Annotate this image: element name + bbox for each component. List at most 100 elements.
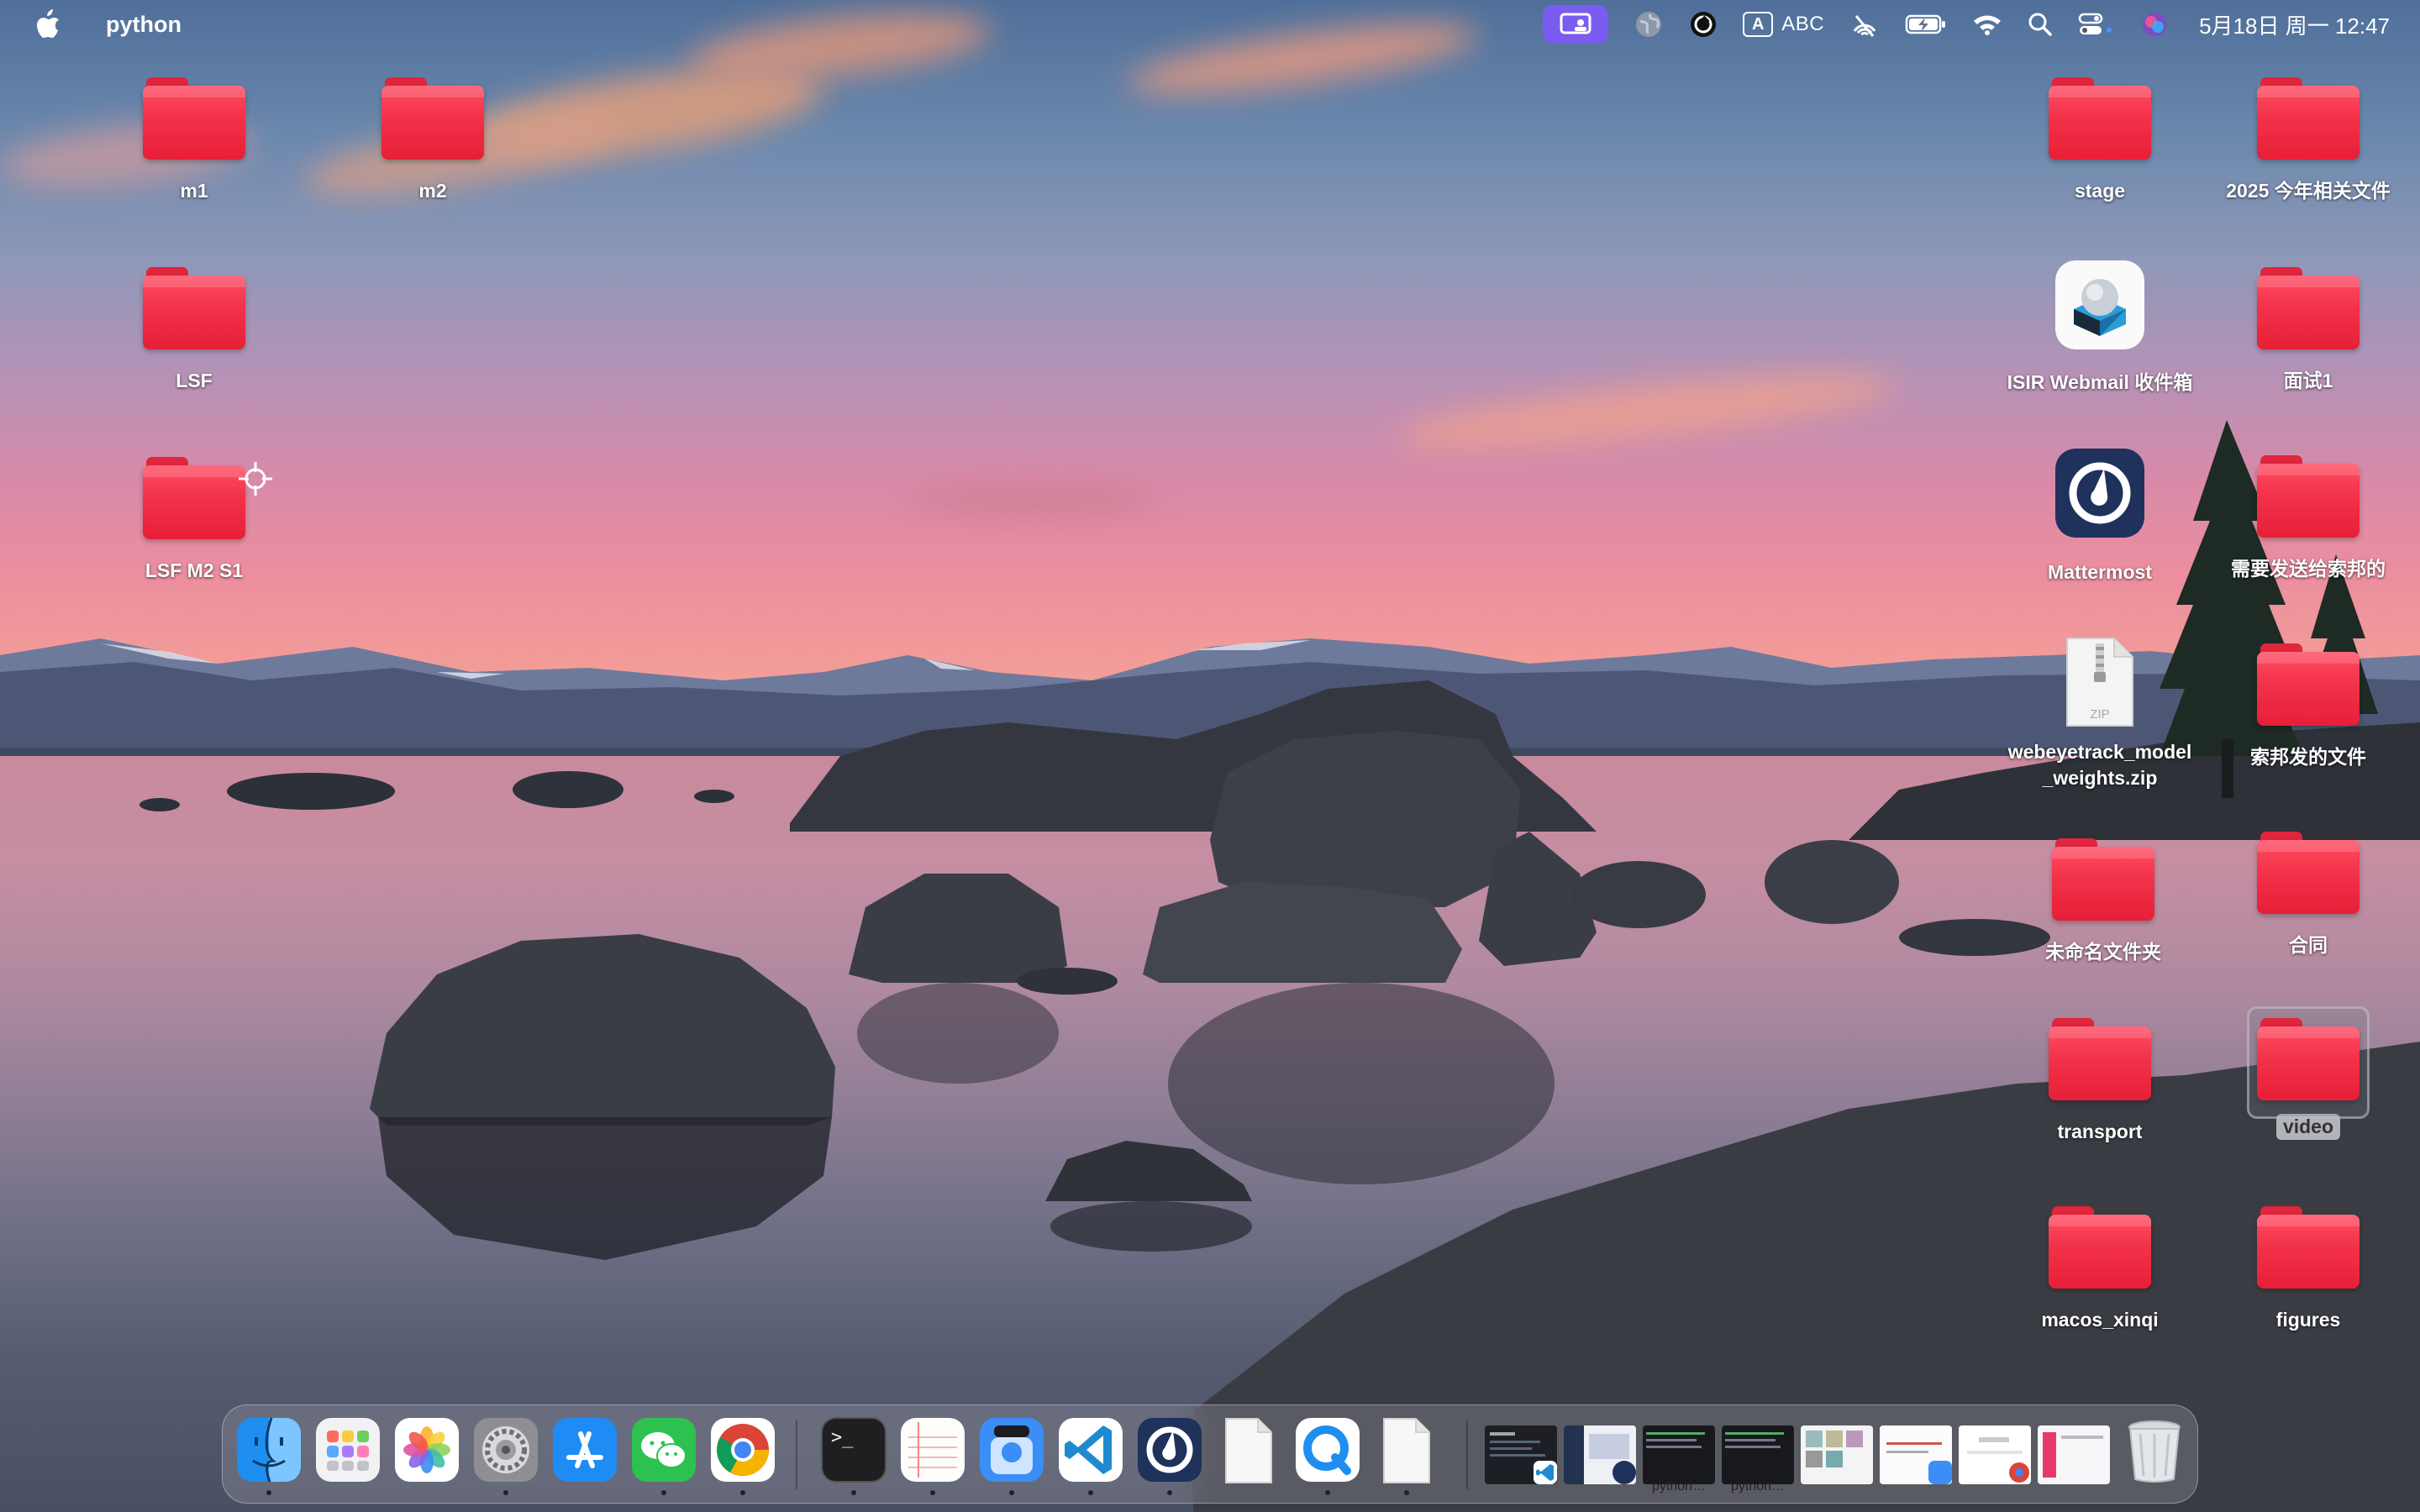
desktop-item-label: figures: [2275, 1309, 2341, 1331]
menu-bar-clock[interactable]: 5月18日 周一 12:47: [2199, 9, 2390, 40]
dock-trash[interactable]: [2122, 1417, 2187, 1484]
desktop-folder-untitled[interactable]: 未命名文件夹: [2007, 838, 2200, 965]
folder-icon: [2257, 1206, 2360, 1289]
screen-sharing-status-icon[interactable]: [1543, 5, 1609, 44]
document-icon: [1225, 1418, 1272, 1483]
desktop-item-label: LSF M2 S1: [145, 559, 244, 581]
active-app-name[interactable]: python: [106, 12, 182, 38]
dock-minimized-window[interactable]: [1643, 1425, 1715, 1484]
siri-icon[interactable]: [2140, 0, 2169, 49]
preview-icon: [980, 1418, 1044, 1482]
terminal-prompt-text: >_: [831, 1427, 854, 1448]
dock-minimized-window[interactable]: [1722, 1425, 1794, 1484]
finder-icon: [237, 1417, 301, 1483]
desktop-folder-from-sorbonne[interactable]: 索邦发的文件: [2212, 643, 2405, 770]
dock-document[interactable]: [1216, 1417, 1281, 1484]
menu-bar-status-area: A ABC 5月18日 周一 12:47: [1543, 0, 2390, 49]
menu-bar: python A ABC 5月18日 周一 12:47: [0, 0, 2420, 49]
desktop-folder-lsf[interactable]: LSF: [97, 267, 291, 394]
desktop-folder-macos-xinqi[interactable]: macos_xinqi: [2003, 1206, 2196, 1333]
desktop-item-label: 需要发送给索邦的: [2231, 558, 2386, 580]
folder-icon: [2257, 77, 2360, 160]
desktop-item-label: 2025 今年相关文件: [2226, 180, 2391, 202]
dock-quicktime[interactable]: [1295, 1417, 1360, 1495]
airdrop-icon[interactable]: [1849, 0, 1880, 49]
finder-badge-icon: [1928, 1461, 1952, 1484]
trash-icon: [2128, 1420, 2181, 1483]
desktop-folder-transport[interactable]: transport: [2003, 1018, 2196, 1145]
control-center-icon[interactable]: [2078, 0, 2115, 49]
dock-system-settings[interactable]: [473, 1417, 539, 1495]
dock-window-label: python…: [1651, 1479, 1707, 1494]
vscode-badge-icon: [1534, 1461, 1557, 1484]
dock-vscode[interactable]: [1058, 1417, 1123, 1495]
dock-mattermost[interactable]: [1137, 1417, 1202, 1495]
desktop-item-label: LSF: [176, 370, 213, 391]
zip-file-icon: ZIP: [2064, 635, 2136, 729]
mattermost-badge-icon: [1612, 1461, 1636, 1484]
battery-charging-icon[interactable]: [1905, 0, 1947, 49]
desktop-item-label: 合同: [2289, 934, 2328, 956]
apple-menu-icon[interactable]: [34, 9, 60, 39]
desktop-folder-to-sorbonne[interactable]: 需要发送给索邦的: [2212, 455, 2405, 582]
desktop-app-isir-webmail[interactable]: ISIR Webmail 收件箱: [2003, 260, 2196, 396]
crosshair-cursor-icon: [239, 462, 272, 496]
folder-icon: [2049, 1206, 2151, 1289]
dock-photos[interactable]: [394, 1417, 460, 1484]
zip-badge: ZIP: [2090, 707, 2110, 722]
chrome-badge-icon: [2007, 1461, 2031, 1484]
folder-icon: [2257, 267, 2360, 349]
screen-recorder-icon[interactable]: [1689, 0, 1718, 49]
desktop-folder-2025[interactable]: 2025 今年相关文件: [2212, 77, 2405, 204]
dock-app-store[interactable]: [552, 1417, 618, 1484]
desktop-folder-m1[interactable]: m1: [97, 77, 291, 204]
desktop-folder-figures[interactable]: figures: [2212, 1206, 2405, 1333]
input-source-menu[interactable]: A ABC: [1743, 0, 1824, 49]
mattermost-app-icon: [2055, 449, 2144, 538]
terminal-icon: >_: [821, 1417, 886, 1483]
document-icon: [1383, 1418, 1430, 1483]
wechat-icon: [632, 1418, 696, 1482]
desktop-folder-video[interactable]: video: [2212, 1006, 2405, 1140]
dock: >_ python… python…: [222, 1404, 2198, 1504]
desktop-item-label: m2: [418, 180, 447, 202]
dock-finder[interactable]: [236, 1417, 302, 1495]
vscode-icon: [1059, 1418, 1123, 1482]
chrome-icon: [711, 1418, 775, 1482]
wifi-icon[interactable]: [1972, 0, 2002, 49]
dock-minimized-window[interactable]: [2038, 1425, 2110, 1484]
input-source-letter-icon: A: [1743, 12, 1774, 37]
quicktime-icon: [1296, 1418, 1360, 1482]
desktop-folder-m2[interactable]: m2: [336, 77, 529, 204]
folder-icon: [143, 457, 245, 539]
system-settings-icon: [474, 1418, 538, 1482]
desktop-item-label: stage: [2074, 180, 2126, 202]
dock-window-label: python…: [1730, 1479, 1786, 1494]
dock-terminal[interactable]: >_: [821, 1417, 886, 1495]
desktop-folder-interview[interactable]: 面试1: [2212, 267, 2405, 394]
desktop-file-webeyetrack-zip[interactable]: ZIP webeyetrack_model_weights.zip: [2003, 635, 2196, 791]
notes-icon: [901, 1418, 965, 1482]
desktop-item-label: 索邦发的文件: [2250, 746, 2366, 768]
desktop-folder-stage[interactable]: stage: [2003, 77, 2196, 204]
folder-icon: [2247, 1006, 2370, 1119]
dock-wechat[interactable]: [631, 1417, 697, 1495]
launchpad-icon: [316, 1418, 380, 1482]
spotlight-search-icon[interactable]: [2028, 0, 2053, 49]
globe-icon[interactable]: [1634, 0, 1664, 49]
desktop-item-label: Mattermost: [2048, 561, 2152, 583]
dock-separator: [1466, 1420, 1468, 1489]
desktop-item-label: m1: [180, 180, 208, 202]
folder-icon: [2052, 838, 2154, 921]
mattermost-icon: [1138, 1418, 1202, 1482]
dock-document[interactable]: [1374, 1417, 1439, 1495]
app-store-icon: [553, 1418, 617, 1482]
dock-notes[interactable]: [900, 1417, 965, 1495]
dock-launchpad[interactable]: [315, 1417, 381, 1484]
dock-preview[interactable]: [979, 1417, 1044, 1495]
dock-chrome[interactable]: [710, 1417, 776, 1495]
desktop-folder-contract[interactable]: 合同: [2212, 832, 2405, 958]
input-source-label: ABC: [1781, 13, 1825, 35]
desktop-app-mattermost[interactable]: Mattermost: [2003, 449, 2196, 585]
dock-minimized-window[interactable]: [1801, 1425, 1873, 1484]
